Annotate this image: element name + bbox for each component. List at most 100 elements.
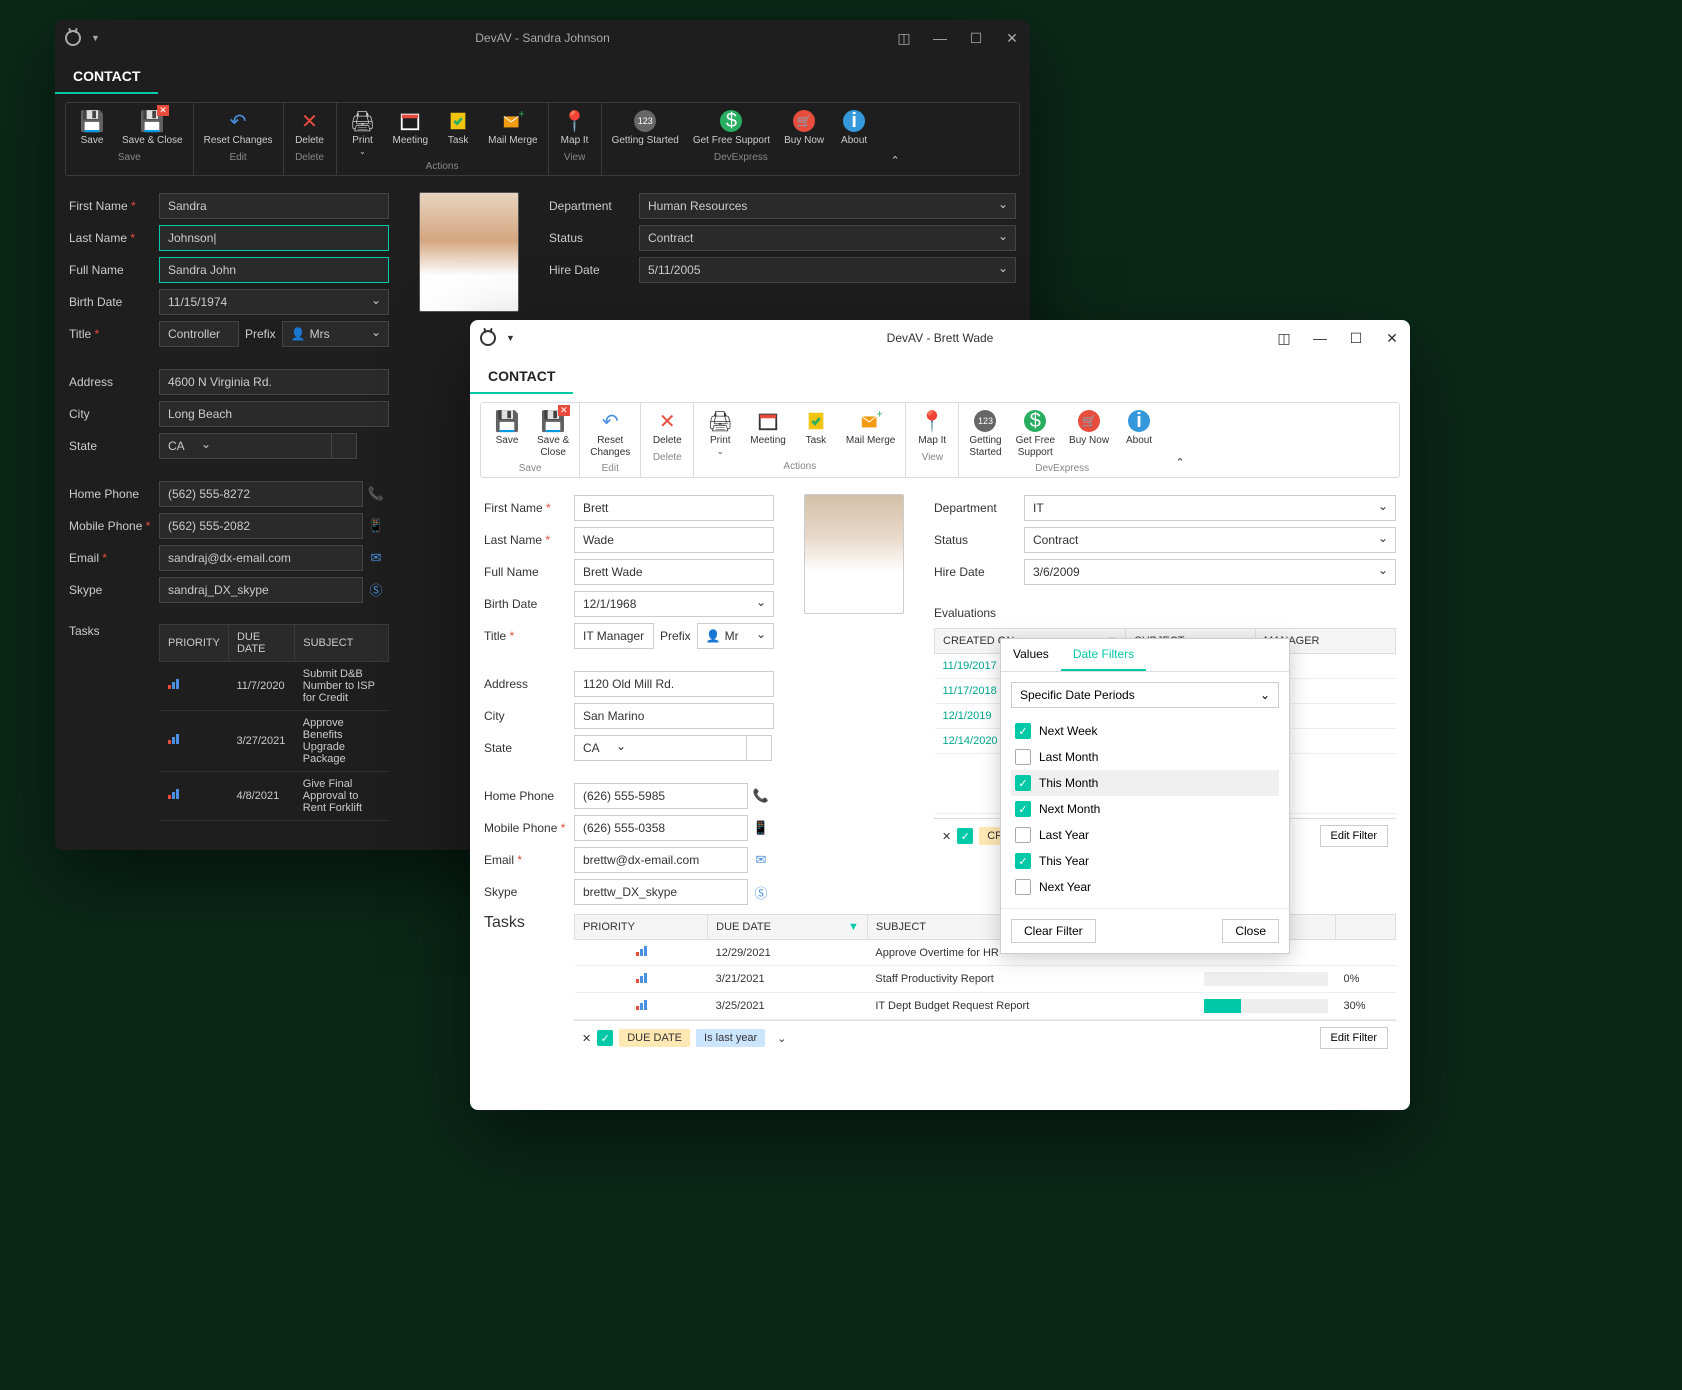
collapse-ribbon-icon[interactable]: ⌃ xyxy=(880,103,910,175)
prefix-field[interactable]: 👤Mrs xyxy=(282,321,389,347)
full-name-field[interactable] xyxy=(574,559,774,585)
about-button[interactable]: iAbout xyxy=(1117,407,1161,460)
clear-filter-icon[interactable]: ✕ xyxy=(942,830,951,843)
last-name-field[interactable] xyxy=(574,527,774,553)
last-name-field[interactable] xyxy=(159,225,389,251)
state-field[interactable] xyxy=(159,433,332,459)
close-button[interactable]: ✕ xyxy=(1384,330,1400,347)
close-button[interactable]: ✕ xyxy=(1004,30,1020,47)
section-tab[interactable]: CONTACT xyxy=(55,56,158,94)
mphone-field[interactable] xyxy=(574,815,748,841)
col-priority[interactable]: PRIORITY xyxy=(575,915,708,940)
filter-checkbox[interactable]: ✓ xyxy=(957,828,973,844)
title-field[interactable] xyxy=(574,623,654,649)
mapit-button[interactable]: 📍Map It xyxy=(553,107,597,149)
delete-button[interactable]: ✕Delete xyxy=(645,407,689,449)
checkbox-icon[interactable] xyxy=(1015,827,1031,843)
col-priority[interactable]: PRIORITY xyxy=(160,624,229,661)
dept-field[interactable] xyxy=(1024,495,1396,521)
task-button[interactable]: Task xyxy=(436,107,480,158)
reset-button[interactable]: ↶Reset Changes xyxy=(198,107,279,149)
phone-icon[interactable]: 📞 xyxy=(363,481,389,507)
filter-tag[interactable]: Is last year xyxy=(696,1029,765,1047)
print-button[interactable]: 🖨Print⌄ xyxy=(341,107,385,158)
edit-filter-button[interactable]: Edit Filter xyxy=(1320,1027,1388,1049)
hire-field[interactable] xyxy=(1024,559,1396,585)
city-field[interactable] xyxy=(159,401,389,427)
delete-button[interactable]: ✕Delete xyxy=(288,107,332,149)
meeting-button[interactable]: Meeting xyxy=(387,107,435,158)
close-popup-button[interactable]: Close xyxy=(1222,919,1279,943)
task-button[interactable]: Task xyxy=(794,407,838,458)
checkbox-icon[interactable] xyxy=(1015,879,1031,895)
filter-tag[interactable]: DUE DATE xyxy=(619,1029,690,1047)
hphone-field[interactable] xyxy=(574,783,748,809)
save-button[interactable]: 💾Save xyxy=(70,107,114,149)
filter-icon[interactable]: ▼ xyxy=(848,921,859,933)
maximize-button[interactable]: ☐ xyxy=(1348,330,1364,347)
title-field[interactable] xyxy=(159,321,239,347)
table-row[interactable]: 3/21/2021Staff Productivity Report0% xyxy=(575,966,1396,993)
save-close-button[interactable]: 💾✕Save & Close xyxy=(116,107,189,149)
col-duedate[interactable]: DUE DATE xyxy=(228,624,294,661)
skype-field[interactable] xyxy=(159,577,363,603)
skype-field[interactable] xyxy=(574,879,748,905)
clear-filter-icon[interactable]: ✕ xyxy=(582,1032,591,1045)
checkbox-icon[interactable] xyxy=(1015,749,1031,765)
status-field[interactable] xyxy=(639,225,1016,251)
full-name-field[interactable] xyxy=(159,257,389,283)
support-button[interactable]: $Get FreeSupport xyxy=(1010,407,1061,460)
dept-field[interactable] xyxy=(639,193,1016,219)
tab-date-filters[interactable]: Date Filters xyxy=(1061,639,1146,671)
chevron-down-icon[interactable]: ▼ xyxy=(506,333,515,343)
clear-filter-button[interactable]: Clear Filter xyxy=(1011,919,1096,943)
address-field[interactable] xyxy=(574,671,774,697)
save-button[interactable]: 💾Save xyxy=(485,407,529,460)
table-row[interactable]: 3/27/2021Approve Benefits Upgrade Packag… xyxy=(160,710,389,771)
ribbon-toggle-icon[interactable]: ◫ xyxy=(896,30,912,47)
tab-values[interactable]: Values xyxy=(1001,639,1061,671)
getting-started-button[interactable]: 123Getting Started xyxy=(606,107,685,149)
buynow-button[interactable]: 🛒Buy Now xyxy=(778,107,830,149)
minimize-button[interactable]: — xyxy=(932,30,948,46)
buynow-button[interactable]: 🛒Buy Now xyxy=(1063,407,1115,460)
list-item[interactable]: ✓Next Month xyxy=(1011,796,1279,822)
mailmerge-button[interactable]: +Mail Merge xyxy=(482,107,543,158)
email-field[interactable] xyxy=(574,847,748,873)
hphone-field[interactable] xyxy=(159,481,363,507)
mapit-button[interactable]: 📍Map It xyxy=(910,407,954,449)
mphone-field[interactable] xyxy=(159,513,363,539)
prefix-field[interactable]: 👤Mr xyxy=(697,623,774,649)
col-subject[interactable]: SUBJECT xyxy=(295,624,389,661)
checkbox-icon[interactable]: ✓ xyxy=(1015,853,1031,869)
minimize-button[interactable]: — xyxy=(1312,330,1328,346)
birth-date-field[interactable] xyxy=(574,591,774,617)
mail-icon[interactable]: ✉ xyxy=(748,847,774,873)
mobile-icon[interactable]: 📱 xyxy=(748,815,774,841)
checkbox-icon[interactable]: ✓ xyxy=(1015,775,1031,791)
skype-icon[interactable]: Ⓢ xyxy=(748,879,774,905)
state-field[interactable] xyxy=(574,735,747,761)
reset-button[interactable]: ↶ResetChanges xyxy=(584,407,636,460)
section-tab[interactable]: CONTACT xyxy=(470,356,573,394)
birth-date-field[interactable] xyxy=(159,289,389,315)
chevron-down-icon[interactable]: ▼ xyxy=(91,33,100,43)
col-duedate[interactable]: DUE DATE ▼ xyxy=(708,915,868,940)
list-item[interactable]: ✓Next Week xyxy=(1011,718,1279,744)
phone-icon[interactable]: 📞 xyxy=(748,783,774,809)
table-row[interactable]: 11/7/2020Submit D&B Number to ISP for Cr… xyxy=(160,661,389,710)
list-item[interactable]: Last Month xyxy=(1011,744,1279,770)
first-name-field[interactable] xyxy=(159,193,389,219)
mobile-icon[interactable]: 📱 xyxy=(363,513,389,539)
print-button[interactable]: 🖨Print⌄ xyxy=(698,407,742,458)
collapse-ribbon-icon[interactable]: ⌃ xyxy=(1165,403,1195,477)
list-item[interactable]: Next Year xyxy=(1011,874,1279,900)
hire-field[interactable] xyxy=(639,257,1016,283)
support-button[interactable]: $Get Free Support xyxy=(687,107,776,149)
about-button[interactable]: iAbout xyxy=(832,107,876,149)
filter-checkbox[interactable]: ✓ xyxy=(597,1030,613,1046)
save-close-button[interactable]: 💾✕Save &Close xyxy=(531,407,575,460)
edit-filter-button[interactable]: Edit Filter xyxy=(1320,825,1388,847)
city-field[interactable] xyxy=(574,703,774,729)
list-item[interactable]: ✓This Month xyxy=(1011,770,1279,796)
